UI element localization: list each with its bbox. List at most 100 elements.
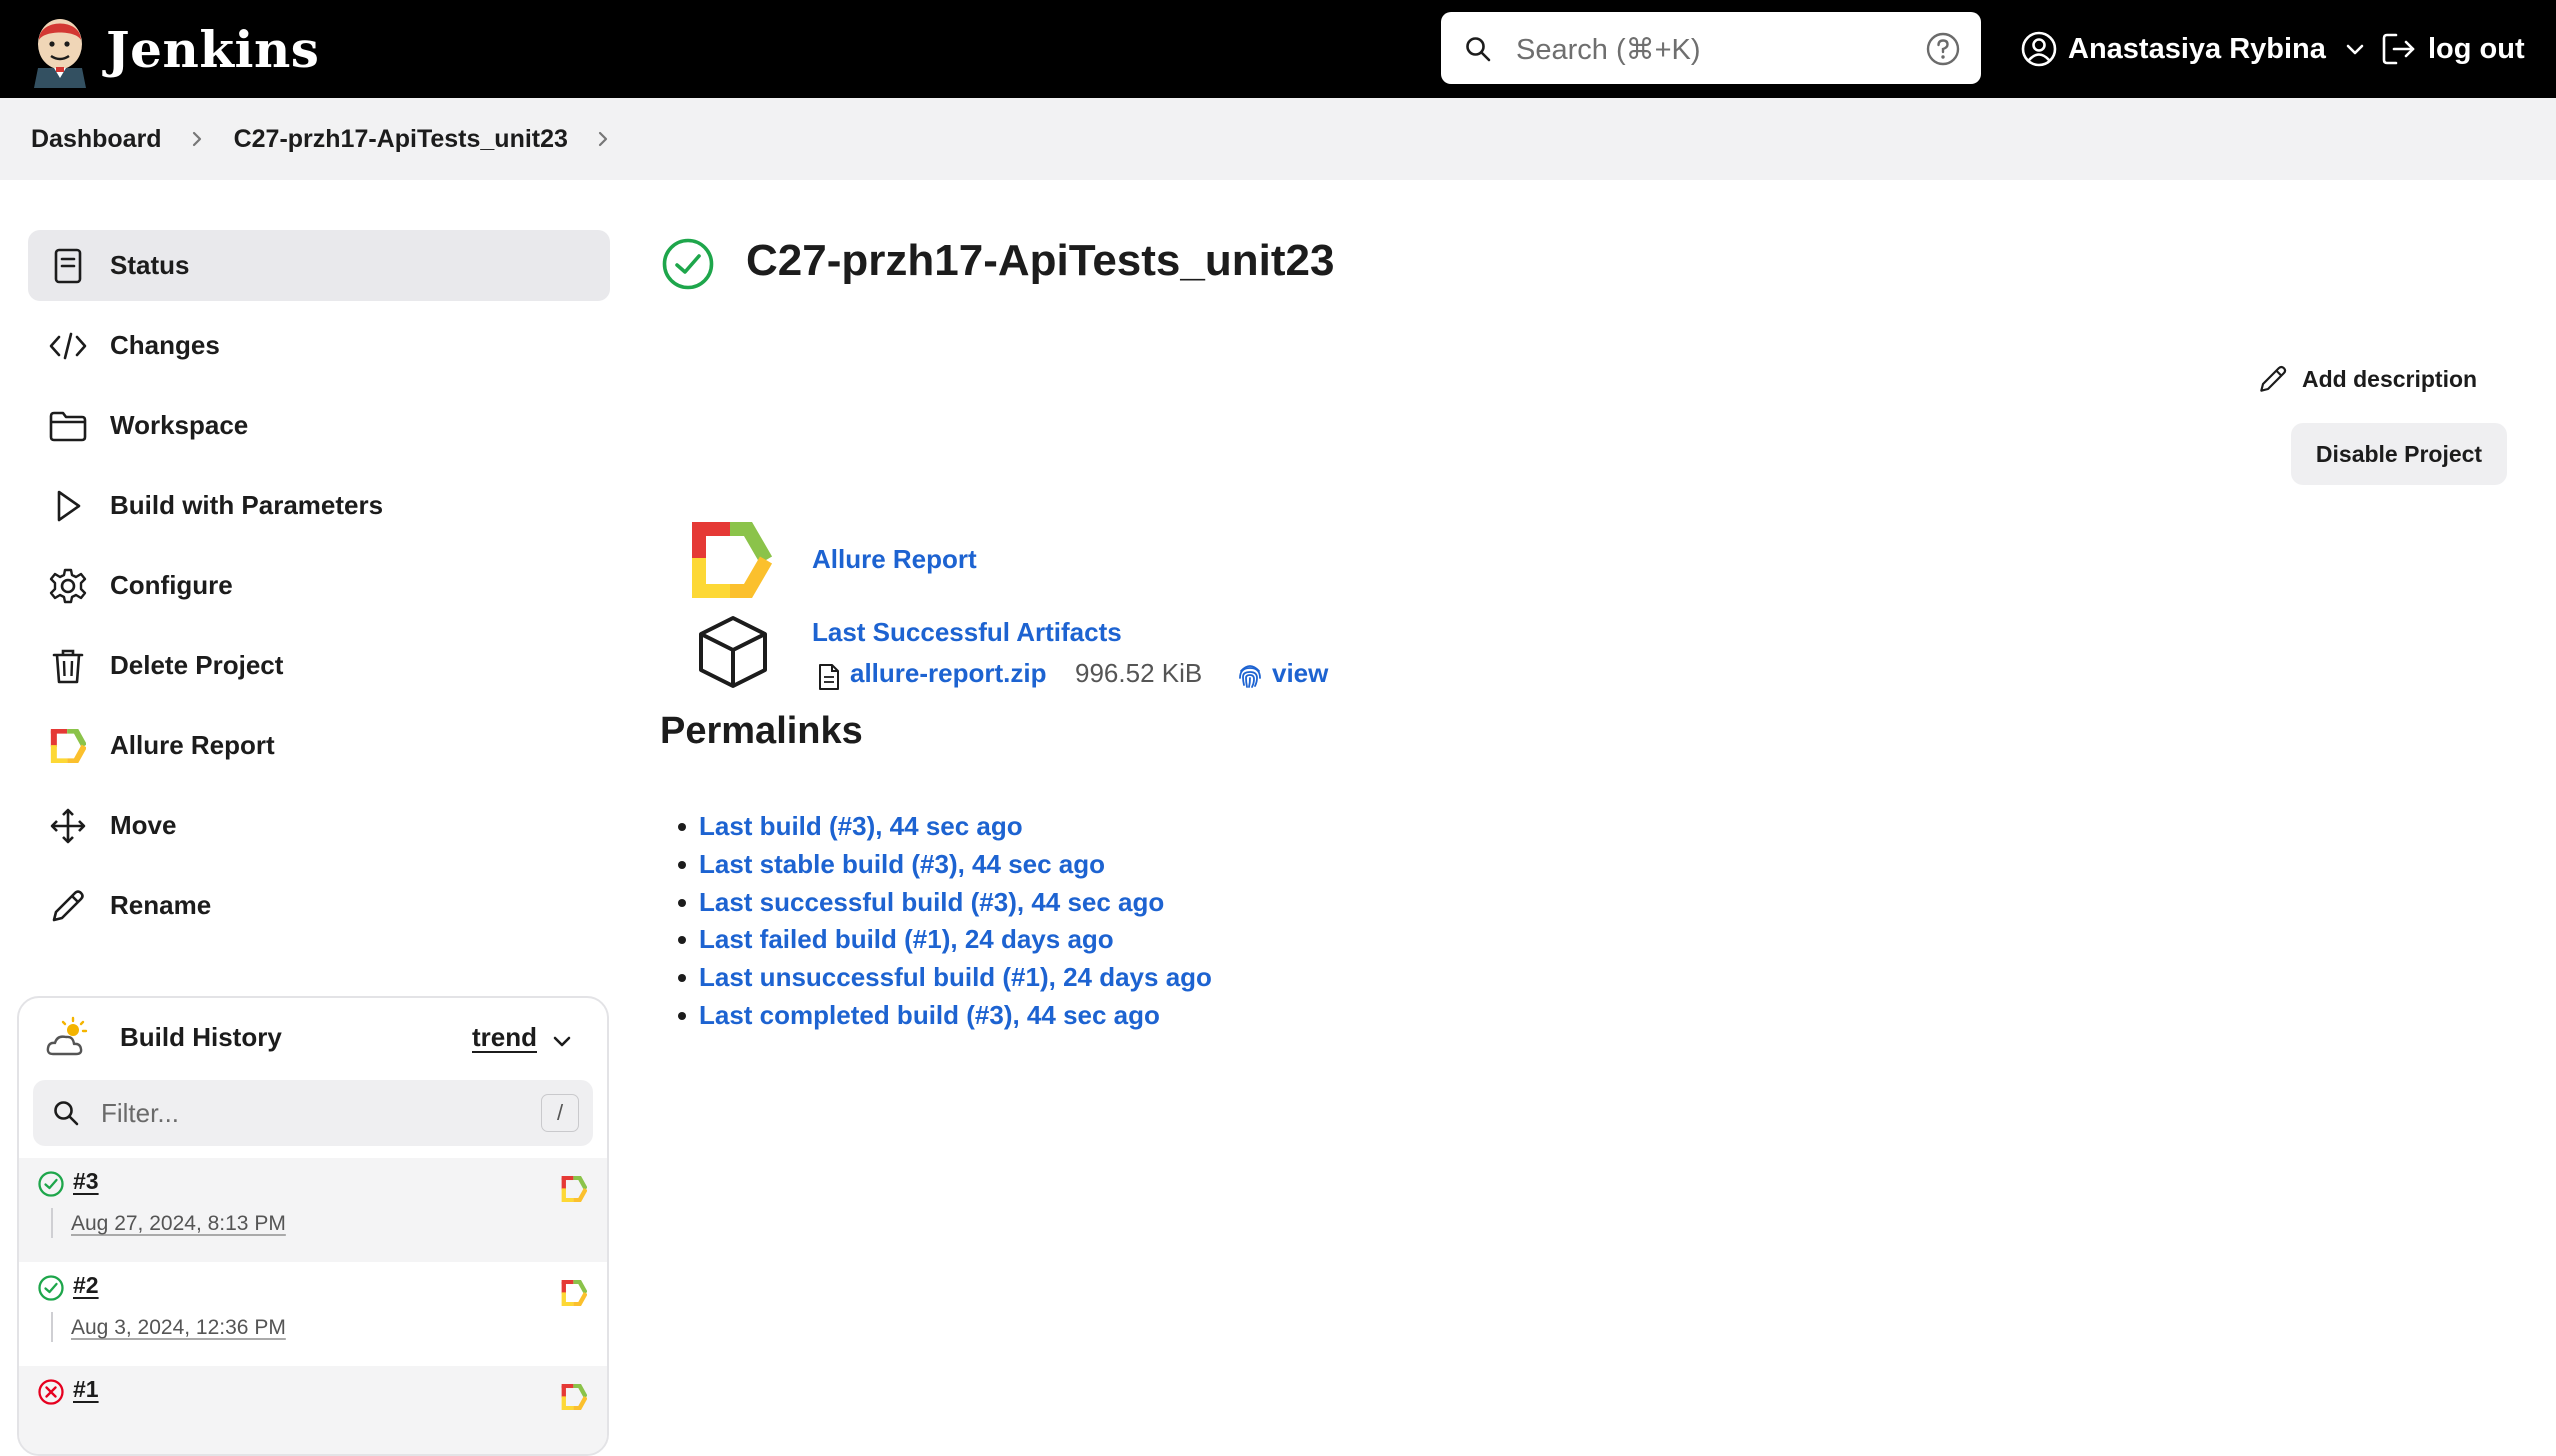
permalink-last-successful-build[interactable]: Last successful build (#3), 44 sec ago (699, 887, 1164, 917)
allure-icon[interactable] (561, 1280, 587, 1306)
chevron-down-icon[interactable] (551, 1030, 573, 1052)
build-history-header: Build History trend (19, 998, 607, 1078)
sidebar-item-changes[interactable]: Changes (28, 310, 610, 381)
failure-x-icon (38, 1379, 64, 1405)
search-icon (1466, 37, 1491, 62)
play-icon (48, 486, 88, 526)
build-row[interactable]: #1 (19, 1366, 607, 1454)
disable-project-button[interactable]: Disable Project (2291, 423, 2507, 485)
jenkins-home-link[interactable]: Jenkins (30, 10, 319, 88)
artifact-file-size: 996.52 KiB (1075, 658, 1203, 688)
user-name: Anastasiya Rybina (2068, 32, 2326, 65)
allure-icon[interactable] (561, 1384, 587, 1410)
build-history-trend-link[interactable]: trend (472, 1022, 537, 1053)
jenkins-butler-logo-icon (34, 19, 86, 88)
permalink-last-completed-build[interactable]: Last completed build (#3), 44 sec ago (699, 1000, 1160, 1030)
chevron-down-icon (2346, 44, 2364, 55)
user-avatar-icon (2021, 31, 2057, 67)
page-title: C27-przh17-ApiTests_unit23 (746, 236, 1335, 285)
build-row[interactable]: #3 Aug 27, 2024, 8:13 PM (19, 1158, 607, 1262)
side-panel-tasks: Status Changes Workspace Build with Para… (28, 230, 610, 950)
folder-icon (48, 406, 88, 446)
pencil-icon (48, 886, 88, 926)
allure-report-icon[interactable] (690, 522, 774, 598)
sidebar-item-move[interactable]: Move (28, 790, 610, 861)
list-item: Last failed build (#1), 24 days ago (678, 921, 1212, 959)
permalinks-heading: Permalinks (660, 710, 863, 752)
sidebar-item-label: Allure Report (110, 730, 275, 760)
weather-partly-sunny-icon (46, 1016, 88, 1056)
add-description-label: Add description (2302, 365, 2478, 392)
sidebar-item-status[interactable]: Status (28, 230, 610, 301)
list-item: Last successful build (#3), 44 sec ago (678, 884, 1212, 922)
permalink-last-stable-build[interactable]: Last stable build (#3), 44 sec ago (699, 849, 1105, 879)
build-history-title: Build History (120, 1022, 282, 1052)
last-successful-artifacts-link[interactable]: Last Successful Artifacts (812, 617, 1122, 648)
permalink-last-unsuccessful-build[interactable]: Last unsuccessful build (#1), 24 days ag… (699, 962, 1212, 992)
list-item: Last stable build (#3), 44 sec ago (678, 846, 1212, 884)
sidebar-item-label: Changes (110, 330, 220, 360)
sidebar-item-build-with-parameters[interactable]: Build with Parameters (28, 470, 610, 541)
logout-link[interactable]: log out (2380, 24, 2525, 74)
build-row[interactable]: #2 Aug 3, 2024, 12:36 PM (19, 1262, 607, 1366)
breadcrumb-dashboard[interactable]: Dashboard (31, 125, 162, 154)
sidebar-item-label: Rename (110, 890, 212, 920)
fingerprint-icon[interactable] (1236, 661, 1264, 689)
build-date-link[interactable]: Aug 27, 2024, 8:13 PM (71, 1212, 286, 1236)
sidebar-item-label: Workspace (110, 410, 249, 440)
success-check-icon (38, 1171, 64, 1197)
brand-name: Jenkins (106, 19, 320, 79)
add-description-link[interactable]: Add description (2258, 362, 2477, 396)
build-number-link[interactable]: #2 (73, 1272, 99, 1299)
permalink-last-failed-build[interactable]: Last failed build (#1), 24 days ago (699, 924, 1114, 954)
move-arrows-icon (48, 806, 88, 846)
sidebar-item-configure[interactable]: Configure (28, 550, 610, 621)
global-search-box[interactable]: Search (⌘+K) (1441, 12, 1981, 84)
pencil-icon (2260, 365, 2287, 392)
build-number-link[interactable]: #3 (73, 1168, 99, 1195)
build-history-widget: Build History trend Filter... / #3 Aug 2… (17, 996, 609, 1456)
allure-icon[interactable] (561, 1176, 587, 1202)
filter-shortcut-hint: / (541, 1094, 579, 1132)
breadcrumb-project[interactable]: C27-przh17-ApiTests_unit23 (234, 125, 568, 154)
list-item: Last completed build (#3), 44 sec ago (678, 997, 1212, 1035)
search-icon (54, 1101, 79, 1126)
timeline-connector (51, 1312, 53, 1342)
sidebar-item-rename[interactable]: Rename (28, 870, 610, 941)
help-icon[interactable] (1925, 31, 1961, 67)
allure-icon (48, 726, 88, 766)
search-input[interactable]: Search (⌘+K) (1516, 32, 1701, 67)
artifact-view-link[interactable]: view (1272, 658, 1328, 689)
success-check-icon (662, 238, 714, 290)
chevron-right-icon (192, 131, 201, 147)
artifact-file-link[interactable]: allure-report.zip (850, 658, 1046, 689)
build-date-link[interactable]: Aug 3, 2024, 12:36 PM (71, 1316, 286, 1340)
build-filter-input[interactable]: Filter... (101, 1098, 179, 1129)
build-number-link[interactable]: #1 (73, 1376, 99, 1403)
chevron-right-icon[interactable] (594, 130, 612, 148)
list-item: Last build (#3), 44 sec ago (678, 808, 1212, 846)
allure-report-link[interactable]: Allure Report (812, 544, 977, 575)
build-filter-field[interactable]: Filter... / (33, 1080, 593, 1146)
top-navigation-bar: Jenkins Search (⌘+K) Anastasiya Rybina l… (0, 0, 2556, 98)
package-cube-icon (699, 616, 767, 688)
permalink-last-build[interactable]: Last build (#3), 44 sec ago (699, 811, 1023, 841)
sidebar-item-workspace[interactable]: Workspace (28, 390, 610, 461)
trash-icon (48, 646, 88, 686)
status-page-icon (48, 246, 88, 286)
sidebar-item-label: Delete Project (110, 650, 284, 680)
gear-icon (48, 566, 88, 606)
logout-icon (2382, 33, 2415, 65)
sidebar-item-label: Build with Parameters (110, 490, 384, 520)
sidebar-item-delete-project[interactable]: Delete Project (28, 630, 610, 701)
user-menu[interactable]: Anastasiya Rybina (2020, 24, 2366, 74)
sidebar-item-label: Move (110, 810, 177, 840)
sidebar-item-label: Configure (110, 570, 233, 600)
breadcrumb: Dashboard C27-przh17-ApiTests_unit23 (0, 98, 2556, 180)
permalinks-list: Last build (#3), 44 sec ago Last stable … (678, 808, 1212, 1035)
code-icon (48, 326, 88, 366)
sidebar-item-allure-report[interactable]: Allure Report (28, 710, 610, 781)
file-document-icon (819, 664, 839, 690)
success-check-icon (38, 1275, 64, 1301)
sidebar-item-label: Status (110, 250, 190, 280)
